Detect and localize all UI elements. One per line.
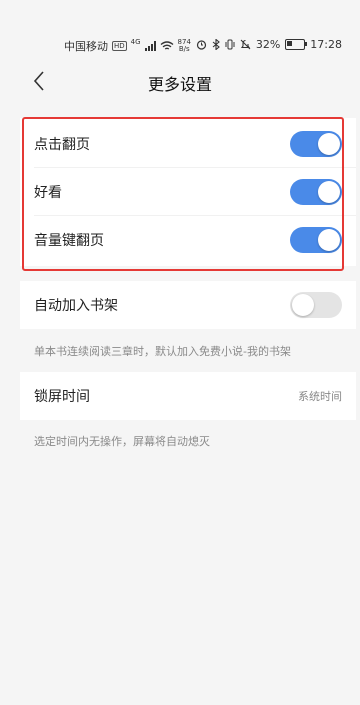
signal-icon [144, 41, 156, 51]
setting-label: 自动加入书架 [34, 298, 118, 314]
setting-row-good-looking[interactable]: 好看 [20, 168, 356, 216]
network-speed: 874 B/s [178, 39, 191, 53]
wifi-icon [160, 41, 173, 50]
reading-settings-card: 点击翻页 好看 音量键翻页 [20, 118, 356, 266]
status-right: 32% 17:28 [196, 38, 342, 51]
setting-row-volume-key-page[interactable]: 音量键翻页 [20, 216, 356, 264]
lock-screen-card: 锁屏时间 系统时间 [20, 372, 356, 420]
network-type: 4G [130, 37, 141, 46]
tap-page-toggle[interactable] [290, 131, 342, 157]
battery-percent: 32% [255, 38, 281, 51]
auto-shelf-card: 自动加入书架 [20, 281, 356, 329]
setting-row-lock-screen[interactable]: 锁屏时间 系统时间 [20, 372, 356, 420]
bluetooth-icon [212, 39, 220, 50]
good-looking-toggle[interactable] [290, 179, 342, 205]
setting-label: 音量键翻页 [34, 233, 104, 249]
page-title: 更多设置 [147, 75, 212, 94]
alarm-icon [196, 40, 206, 50]
setting-label: 点击翻页 [34, 137, 90, 153]
battery-icon [285, 39, 308, 50]
setting-row-tap-page[interactable]: 点击翻页 [20, 120, 356, 168]
hd-badge: HD [112, 41, 127, 51]
vibrate-icon [225, 39, 235, 50]
setting-label: 好看 [34, 185, 62, 201]
volume-key-page-toggle[interactable] [290, 227, 342, 253]
setting-label: 锁屏时间 [34, 389, 90, 405]
page-header: 更多设置 [0, 62, 360, 102]
setting-row-auto-shelf[interactable]: 自动加入书架 [20, 281, 356, 329]
auto-shelf-toggle[interactable] [290, 292, 342, 318]
carrier-label: 中国移动 [64, 40, 108, 53]
status-left: 中国移动 HD 4G 874 B/s [64, 38, 191, 54]
clock: 17:28 [310, 38, 342, 51]
lock-screen-note: 选定时间内无操作，屏幕将自动熄灭 [34, 435, 210, 448]
auto-shelf-note: 单本书连续阅读三章时，默认加入免费小说-我的书架 [34, 345, 291, 358]
speed-unit: B/s [178, 45, 190, 53]
mute-icon [240, 39, 251, 50]
lock-screen-value: 系统时间 [298, 390, 342, 403]
